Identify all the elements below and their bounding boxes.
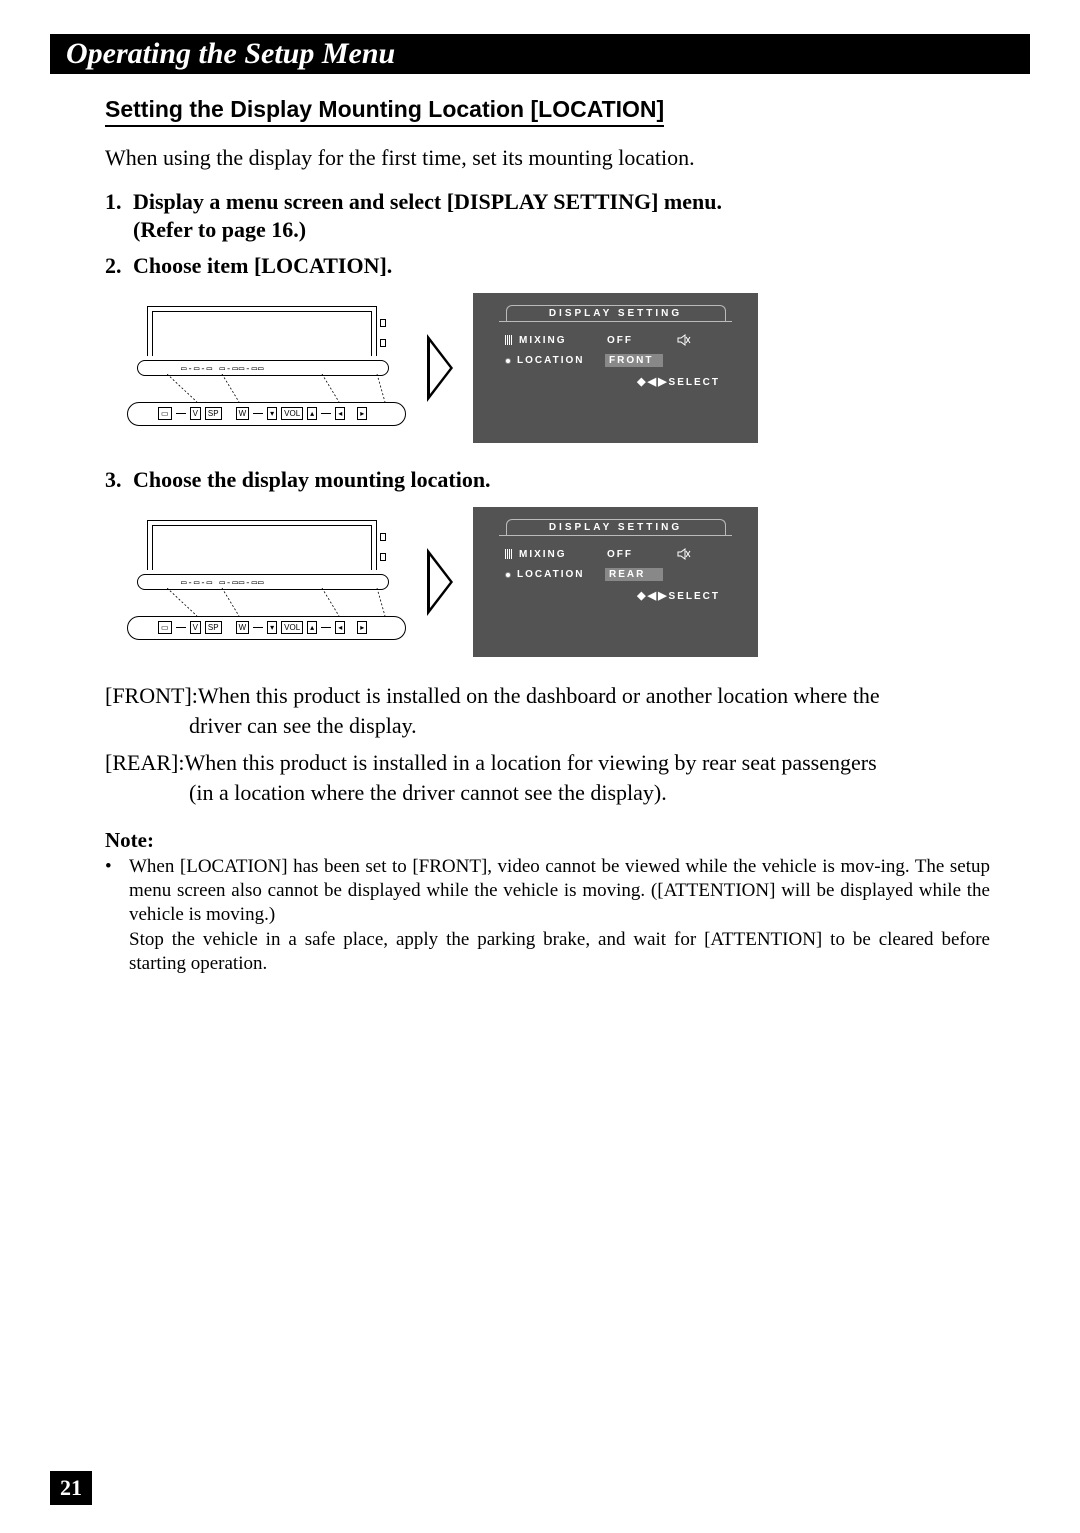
- osd-row-location: LOCATION REAR: [499, 564, 732, 585]
- monitor-icon: ▭: [158, 621, 172, 634]
- figure-row-1: ▭-▭-▭ ▭-▭▭-▭▭ ▭ V SP W ▾ VOL ▴ ◂: [127, 293, 990, 443]
- marker-icon: [505, 549, 513, 559]
- marker-icon: [505, 335, 513, 345]
- section-heading: Setting the Display Mounting Location [L…: [105, 96, 664, 127]
- page-number: 21: [50, 1471, 92, 1505]
- step-1: 1. Display a menu screen and select [DIS…: [105, 189, 990, 243]
- step-3: 3. Choose the display mounting location.: [105, 467, 990, 493]
- step-list: 1. Display a menu screen and select [DIS…: [105, 189, 990, 279]
- page-content: Setting the Display Mounting Location [L…: [50, 74, 1030, 976]
- osd-mixing-label: MIXING: [519, 549, 607, 560]
- sp-button: SP: [205, 407, 222, 420]
- w-button: W: [236, 407, 250, 420]
- osd-mixing-value: OFF: [607, 335, 665, 346]
- bullet-icon: •: [105, 855, 129, 977]
- osd-select-text: SELECT: [669, 377, 720, 388]
- sp-button: SP: [205, 621, 222, 634]
- osd-title: DISPLAY SETTING: [506, 519, 726, 535]
- osd-screen-front: DISPLAY SETTING MIXING OFF LOCATION FRON…: [473, 293, 758, 443]
- note-text: When [LOCATION] has been set to [FRONT],…: [129, 855, 990, 977]
- right-icon: ▸: [357, 621, 367, 634]
- step-2: 2. Choose item [LOCATION].: [105, 253, 990, 279]
- note-heading: Note:: [105, 828, 990, 853]
- left-icon: ◂: [335, 621, 345, 634]
- osd-location-value-front: FRONT: [605, 354, 663, 367]
- osd-row-mixing: MIXING OFF: [499, 544, 732, 564]
- desc-front: [FRONT]: When this product is installed …: [105, 681, 990, 711]
- desc-rear-cont: (in a location where the driver cannot s…: [105, 778, 990, 808]
- osd-title: DISPLAY SETTING: [506, 305, 726, 321]
- intro-text: When using the display for the first tim…: [105, 145, 990, 171]
- osd-mixing-value: OFF: [607, 549, 665, 560]
- speaker-mute-icon: [677, 334, 691, 346]
- osd-location-label: LOCATION: [517, 355, 605, 366]
- desc-rear-tag: [REAR]:: [105, 748, 184, 778]
- osd-row-location: LOCATION FRONT: [499, 350, 732, 371]
- step-1-text: Display a menu screen and select [DISPLA…: [133, 189, 990, 243]
- osd-select-hint: ◆◀▶SELECT: [499, 375, 732, 388]
- arrow-icon: [427, 334, 453, 402]
- header-title: Operating the Setup Menu: [66, 37, 395, 71]
- desc-front-tag: [FRONT]:: [105, 681, 198, 711]
- header-bar: Operating the Setup Menu: [50, 34, 1030, 74]
- note-item: • When [LOCATION] has been set to [FRONT…: [105, 855, 990, 977]
- osd-select-hint: ◆◀▶SELECT: [499, 589, 732, 602]
- step-2-number: 2.: [105, 253, 133, 279]
- step-3-number: 3.: [105, 467, 133, 493]
- vol-up-icon: ▴: [307, 621, 317, 634]
- updown-icon: ◆: [637, 590, 647, 602]
- osd-screen-rear: DISPLAY SETTING MIXING OFF LOCATION REAR: [473, 507, 758, 657]
- marker-dot-icon: [505, 572, 511, 578]
- step-3-text: Choose the display mounting location.: [133, 467, 990, 493]
- desc-front-cont: driver can see the display.: [105, 711, 990, 741]
- v-button: V: [190, 407, 201, 420]
- marker-dot-icon: [505, 358, 511, 364]
- desc-front-text: When this product is installed on the da…: [198, 681, 880, 711]
- osd-row-mixing: MIXING OFF: [499, 330, 732, 350]
- left-icon: ◂: [335, 407, 345, 420]
- description-block: [FRONT]: When this product is installed …: [105, 681, 990, 808]
- vol-label: VOL: [281, 407, 303, 420]
- arrow-icon: [427, 548, 453, 616]
- note-list: • When [LOCATION] has been set to [FRONT…: [105, 855, 990, 977]
- osd-select-text: SELECT: [669, 591, 720, 602]
- speaker-mute-icon: [677, 548, 691, 560]
- osd-location-label: LOCATION: [517, 569, 605, 580]
- vol-label: VOL: [281, 621, 303, 634]
- step-1-number: 1.: [105, 189, 133, 243]
- vol-up-icon: ▴: [307, 407, 317, 420]
- monitor-icon: ▭: [158, 407, 172, 420]
- v-button: V: [190, 621, 201, 634]
- vol-down-icon: ▾: [267, 621, 277, 634]
- desc-rear: [REAR]: When this product is installed i…: [105, 748, 990, 778]
- right-icon: ▸: [357, 407, 367, 420]
- step-2-text: Choose item [LOCATION].: [133, 253, 990, 279]
- step-1-line1: Display a menu screen and select [DISPLA…: [133, 189, 722, 214]
- leftright-icon: ◀▶: [648, 590, 669, 602]
- w-button: W: [236, 621, 250, 634]
- leftright-icon: ◀▶: [648, 376, 669, 388]
- device-sketch-1: ▭-▭-▭ ▭-▭▭-▭▭ ▭ V SP W ▾ VOL ▴ ◂: [127, 306, 407, 431]
- step-1-line2: (Refer to page 16.): [133, 217, 990, 243]
- device-sketch-2: ▭-▭-▭ ▭-▭▭-▭▭ ▭ V SP W ▾ VOL ▴ ◂: [127, 520, 407, 645]
- updown-icon: ◆: [637, 376, 647, 388]
- vol-down-icon: ▾: [267, 407, 277, 420]
- figure-row-2: ▭-▭-▭ ▭-▭▭-▭▭ ▭ V SP W ▾ VOL ▴ ◂: [127, 507, 990, 657]
- desc-rear-text: When this product is installed in a loca…: [184, 748, 876, 778]
- osd-location-value-rear: REAR: [605, 568, 663, 581]
- osd-mixing-label: MIXING: [519, 335, 607, 346]
